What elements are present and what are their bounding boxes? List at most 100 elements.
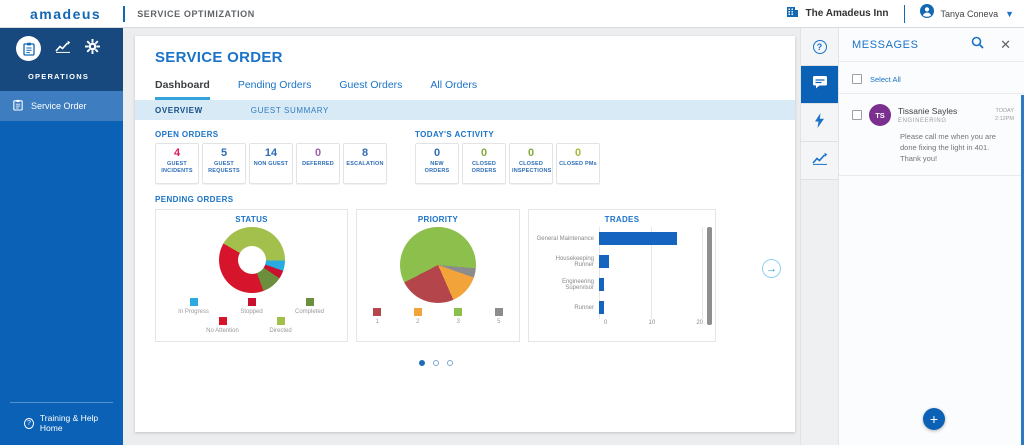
select-all-checkbox[interactable] — [852, 74, 862, 84]
todays-activity-label: TODAY'S ACTIVITY — [415, 130, 495, 139]
stat-card[interactable]: 0 CLOSED INSPECTIONS — [509, 143, 553, 184]
stat-value: 0 — [527, 147, 535, 159]
legend-swatch — [454, 308, 463, 316]
training-help-label: Training & Help Home — [39, 413, 99, 433]
stat-label: GUEST REQUESTS — [208, 161, 240, 175]
open-orders-cards: 4 GUEST INCIDENTS 5 GUEST REQUESTS 14 NON GUE… — [155, 143, 387, 184]
sidebar-section-label: OPERATIONS — [28, 72, 90, 81]
stat-value: 0 — [480, 147, 488, 159]
open-orders-group: OPEN ORDERS 4 GUEST INCIDENTS 5 GUEST REQUE… — [155, 130, 387, 184]
bar[interactable] — [599, 255, 610, 268]
stat-value: 5 — [220, 147, 228, 159]
help-icon: ? — [24, 417, 34, 429]
operations-icon[interactable] — [16, 36, 41, 61]
x-tick-label: 10 — [648, 320, 656, 326]
stat-value: 14 — [264, 147, 278, 159]
subtab-guest-summary[interactable]: GUEST SUMMARY — [251, 106, 329, 115]
clipboard-icon — [13, 99, 23, 113]
legend-label: In Progress — [178, 309, 209, 315]
status-legend: In Progress Stopped Completed No Attention D… — [156, 298, 347, 334]
status-chart-title: STATUS — [235, 215, 268, 224]
todays-activity-group: TODAY'S ACTIVITY 0 NEW ORDERS 0 CLOSED ORDE… — [415, 130, 600, 184]
tab-pending-orders[interactable]: Pending Orders — [238, 79, 312, 100]
trades-scrollbar[interactable] — [707, 227, 712, 325]
bar[interactable] — [599, 278, 605, 291]
legend-swatch — [494, 308, 503, 316]
stat-card[interactable]: 8 ESCALATION — [343, 143, 387, 184]
search-icon[interactable] — [971, 36, 984, 54]
priority-pie-chart[interactable] — [400, 227, 476, 303]
user-name[interactable]: Tanya Coneva — [941, 9, 999, 19]
stat-label: CLOSED ORDERS — [471, 161, 497, 175]
property-name[interactable]: The Amadeus Inn — [806, 8, 889, 19]
stat-card[interactable]: 4 GUEST INCIDENTS — [155, 143, 199, 184]
stat-card[interactable]: 5 GUEST REQUESTS — [202, 143, 246, 184]
stat-card[interactable]: 0 CLOSED ORDERS — [462, 143, 506, 184]
legend-label: 1 — [375, 319, 379, 325]
amadeus-logo: amadeus — [30, 5, 102, 22]
stat-card[interactable]: 0 NEW ORDERS — [415, 143, 459, 184]
sub-tabs: OVERVIEW GUEST SUMMARY — [135, 100, 795, 120]
stat-label: NON GUEST — [253, 161, 289, 167]
right-icon-rail: ? — [800, 28, 838, 445]
message-list-item[interactable]: TS Tissanie Sayles ENGINEERING TODAY 2:1… — [839, 94, 1024, 176]
tab-dashboard[interactable]: Dashboard — [155, 79, 210, 100]
carousel-dot[interactable] — [446, 360, 453, 366]
legend-item: Completed — [281, 298, 339, 315]
carousel-dot[interactable] — [432, 360, 439, 366]
sidebar-item-label: Service Order — [31, 101, 87, 111]
legend-label: 2 — [416, 319, 420, 325]
stat-card[interactable]: 14 NON GUEST — [249, 143, 293, 184]
main-tabs: Dashboard Pending Orders Guest Orders Al… — [155, 79, 795, 100]
sidebar-item-service-order[interactable]: Service Order — [0, 91, 123, 121]
stat-card[interactable]: 0 DEFERRED — [296, 143, 340, 184]
stat-label: GUEST INCIDENTS — [161, 161, 193, 175]
stat-value: 0 — [314, 147, 322, 159]
legend-label: Stopped — [240, 309, 263, 315]
rail-messages-button[interactable] — [801, 66, 838, 104]
bar-row: Runner — [535, 296, 703, 319]
tab-all-orders[interactable]: All Orders — [430, 79, 477, 100]
carousel-next-button[interactable]: → — [762, 259, 781, 278]
pending-orders-label: PENDING ORDERS — [155, 195, 234, 204]
sidebar-top-section: OPERATIONS — [0, 28, 123, 91]
stat-label: DEFERRED — [302, 161, 334, 167]
status-chart-panel: STATUS In Progress Stopped Completed No Att… — [155, 209, 348, 342]
help-icon: ? — [812, 39, 827, 54]
legend-item: Stopped — [223, 298, 281, 315]
bar[interactable] — [599, 232, 677, 245]
tab-guest-orders[interactable]: Guest Orders — [339, 79, 402, 100]
bar[interactable] — [599, 301, 605, 314]
gear-icon[interactable] — [85, 38, 100, 59]
rail-reports-button[interactable] — [801, 142, 838, 180]
legend-item: 3 — [438, 308, 479, 325]
carousel-dot[interactable] — [418, 360, 425, 366]
rail-help-button[interactable]: ? — [801, 28, 838, 66]
bar-row: Engineering Supervisor — [535, 273, 703, 296]
stat-value: 0 — [433, 147, 441, 159]
bar-track — [599, 227, 703, 250]
legend-item: 5 — [479, 308, 520, 325]
service-order-card: SERVICE ORDER Dashboard Pending Orders G… — [135, 36, 795, 432]
close-icon[interactable]: ✕ — [1000, 38, 1011, 51]
rail-quick-actions-button[interactable] — [801, 104, 838, 142]
messages-header: MESSAGES ✕ — [839, 28, 1024, 62]
trades-chart-title: TRADES — [604, 215, 640, 224]
subtab-overview[interactable]: OVERVIEW — [155, 106, 203, 115]
message-body: Please call me when you are done fixing … — [900, 132, 996, 163]
chevron-down-icon[interactable]: ▼ — [1005, 9, 1014, 19]
status-donut-chart[interactable] — [218, 227, 285, 293]
select-all-label: Select All — [870, 74, 901, 84]
message-checkbox[interactable] — [852, 110, 862, 120]
charts-row: STATUS In Progress Stopped Completed No Att… — [155, 209, 716, 342]
training-help-link[interactable]: ? Training & Help Home — [10, 402, 113, 437]
legend-item: 2 — [398, 308, 439, 325]
new-message-button[interactable]: + — [923, 408, 945, 430]
legend-swatch — [218, 317, 227, 325]
select-all-row: Select All — [839, 62, 1024, 94]
stat-label: CLOSED INSPECTIONS — [512, 161, 552, 175]
stat-card[interactable]: 0 CLOSED PMs — [556, 143, 600, 184]
analytics-icon[interactable] — [55, 40, 71, 58]
trades-bar-chart: General Maintenance Housekeeping Runner En… — [535, 227, 703, 326]
stat-value: 0 — [574, 147, 582, 159]
